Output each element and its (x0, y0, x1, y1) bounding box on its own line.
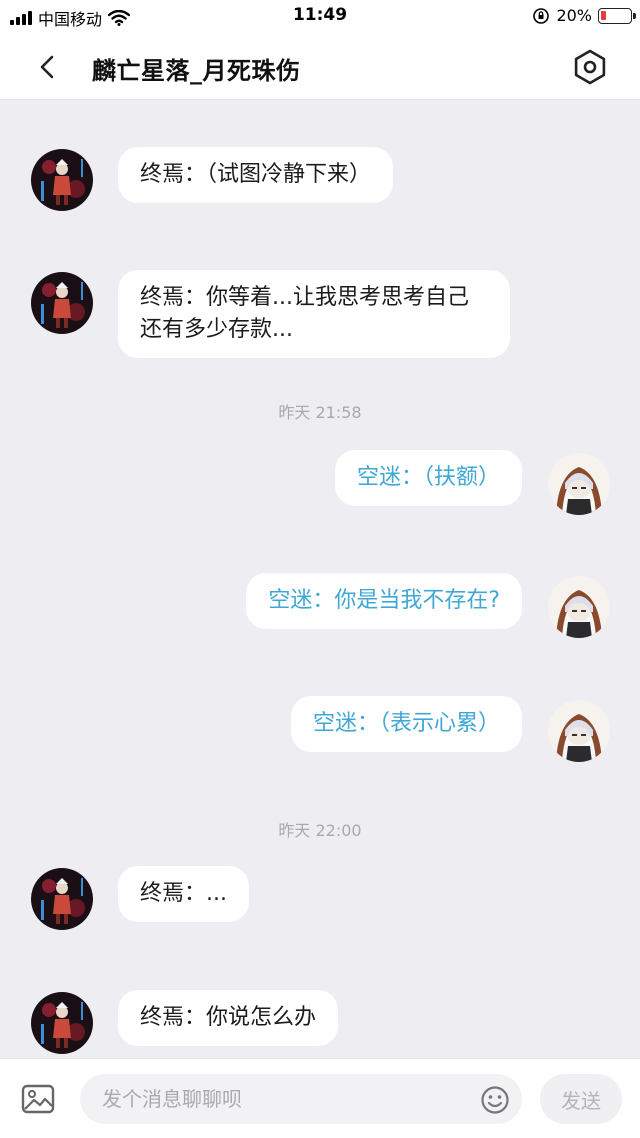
message-input[interactable] (80, 1074, 522, 1124)
back-icon[interactable] (34, 52, 62, 82)
status-bar: 中国移动 11:49 20% (0, 0, 640, 34)
avatar[interactable] (548, 700, 610, 762)
message-bubble[interactable]: 终焉：... (118, 866, 249, 922)
input-bar: 发送 (0, 1058, 640, 1138)
avatar[interactable] (548, 453, 610, 515)
battery-percent: 20% (556, 6, 592, 25)
timestamp: 昨天 21:58 (278, 403, 362, 422)
emoji-icon[interactable] (480, 1085, 510, 1115)
avatar-image-outgoing (548, 453, 610, 515)
message-bubble[interactable]: 空迷：（扶额） (334, 450, 522, 506)
orientation-lock-icon (533, 7, 550, 24)
avatar-image-incoming (31, 149, 93, 211)
avatar-image-incoming (31, 992, 93, 1054)
avatar[interactable] (31, 992, 93, 1054)
avatar-image-outgoing (548, 700, 610, 762)
avatar[interactable] (31, 868, 93, 930)
avatar-image-outgoing (548, 576, 610, 638)
battery-icon (598, 7, 636, 24)
settings-icon[interactable] (570, 47, 610, 87)
message-bubble[interactable]: 终焉：（试图冷静下来） (118, 147, 394, 203)
chat-screen: 中国移动 11:49 20% 麟亡星落_月死珠伤 终焉：（试图冷静下来） 终焉：… (0, 0, 640, 1138)
status-right: 20% (532, 6, 636, 25)
message-list[interactable]: 终焉：（试图冷静下来） 终焉：你等着...让我思考思考自己还有多少存款... 昨… (0, 100, 640, 1058)
message-bubble[interactable]: 终焉：你等着...让我思考思考自己还有多少存款... (118, 270, 510, 358)
send-button[interactable]: 发送 (540, 1074, 622, 1124)
chat-header: 麟亡星落_月死珠伤 (0, 34, 640, 100)
message-bubble[interactable]: 终焉：你说怎么办 (118, 990, 339, 1046)
avatar[interactable] (31, 149, 93, 211)
avatar-image-incoming (31, 868, 93, 930)
battery-fill (601, 10, 606, 20)
avatar[interactable] (548, 576, 610, 638)
message-bubble[interactable]: 空迷：你是当我不存在? (246, 573, 522, 629)
chat-title: 麟亡星落_月死珠伤 (92, 57, 301, 85)
timestamp: 昨天 22:00 (278, 821, 362, 840)
avatar[interactable] (31, 272, 93, 334)
image-icon[interactable] (20, 1081, 56, 1117)
message-bubble[interactable]: 空迷：（表示心累） (290, 696, 522, 752)
avatar-image-incoming (31, 272, 93, 334)
